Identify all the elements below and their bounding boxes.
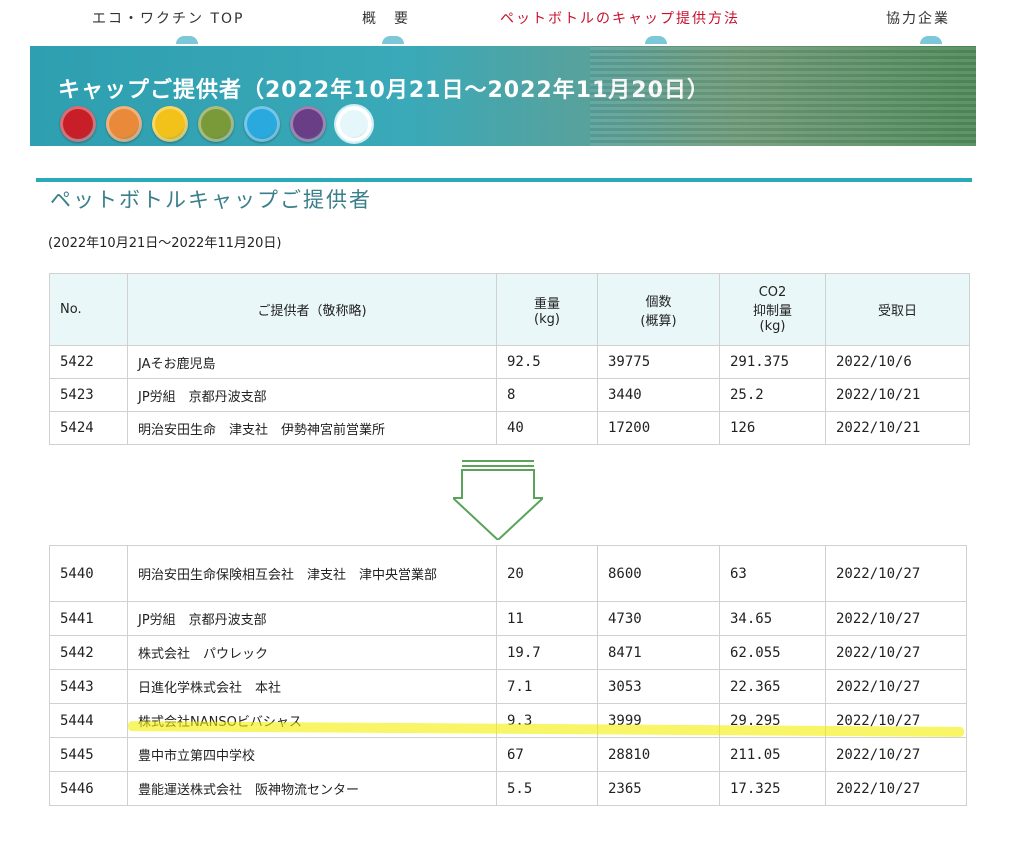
cell-count: 8471: [597, 635, 720, 670]
cell-count: 28810: [597, 737, 720, 772]
cell-co2: 17.325: [719, 771, 826, 806]
cell-donor: JP労組 京都丹波支部: [127, 378, 497, 412]
cell-donor: JAそお鹿児島: [127, 345, 497, 379]
white-cap-icon: [336, 106, 372, 142]
header-banner: キャップご提供者（2022年10月21日～2022年11月20日）: [30, 46, 976, 146]
cell-no: 5443: [49, 669, 128, 704]
cell-no: 5422: [49, 345, 128, 379]
cell-date: 2022/10/27: [825, 601, 967, 636]
cell-date: 2022/10/21: [825, 378, 970, 412]
header-donor: ご提供者（敬称略): [127, 273, 497, 346]
nav-link-eco-vaccine-top[interactable]: エコ・ワクチン TOP: [92, 8, 244, 28]
cell-count: 8600: [597, 545, 720, 602]
purple-cap-icon: [290, 106, 326, 142]
cell-count: 3053: [597, 669, 720, 704]
cell-donor: 豊中市立第四中学校: [127, 737, 497, 772]
cell-no: 5442: [49, 635, 128, 670]
nav-link-partners[interactable]: 協力企業: [886, 8, 950, 28]
table-row: 5442 株式会社 パウレック 19.7 8471 62.055 2022/10…: [49, 635, 967, 670]
cell-co2: 25.2: [719, 378, 826, 412]
header-co2: CO2 抑制量 (kg): [719, 273, 826, 346]
orange-cap-icon: [106, 106, 142, 142]
nav-indicator: [176, 36, 198, 44]
cell-count: 39775: [597, 345, 720, 379]
period-text: (2022年10月21日～2022年11月20日): [48, 236, 282, 251]
table-row: 5423 JP労組 京都丹波支部 8 3440 25.2 2022/10/21: [49, 378, 970, 412]
table-row: 5424 明治安田生命 津支社 伊勢神宮前営業所 40 17200 126 20…: [49, 411, 970, 445]
table-row: 5446 豊能運送株式会社 阪神物流センター 5.5 2365 17.325 2…: [49, 771, 967, 806]
cell-date: 2022/10/27: [825, 737, 967, 772]
table-row: 5445 豊中市立第四中学校 67 28810 211.05 2022/10/2…: [49, 737, 967, 772]
header-weight: 重量 (kg): [496, 273, 598, 346]
cell-no: 5446: [49, 771, 128, 806]
cell-co2: 63: [719, 545, 826, 602]
table-row: 5443 日進化学株式会社 本社 7.1 3053 22.365 2022/10…: [49, 669, 967, 704]
cell-no: 5445: [49, 737, 128, 772]
blue-cap-icon: [244, 106, 280, 142]
cell-co2: 211.05: [719, 737, 826, 772]
cell-donor: 明治安田生命保険相互会社 津支社 津中央営業部: [127, 545, 497, 602]
table-row: 5422 JAそお鹿児島 92.5 39775 291.375 2022/10/…: [49, 345, 970, 379]
cell-no: 5441: [49, 601, 128, 636]
cell-donor: 豊能運送株式会社 阪神物流センター: [127, 771, 497, 806]
cell-date: 2022/10/27: [825, 545, 967, 602]
header-date: 受取日: [825, 273, 970, 346]
header-count: 個数 (概算): [597, 273, 720, 346]
cell-count: 17200: [597, 411, 720, 445]
cell-co2: 34.65: [719, 601, 826, 636]
cell-donor: JP労組 京都丹波支部: [127, 601, 497, 636]
nav-indicator: [645, 36, 667, 44]
donor-table-top: No. ご提供者（敬称略) 重量 (kg) 個数 (概算) CO2 抑制量 (k…: [49, 273, 970, 445]
cell-donor: 明治安田生命 津支社 伊勢神宮前営業所: [127, 411, 497, 445]
nav-indicator: [382, 36, 404, 44]
banner-title: キャップご提供者（2022年10月21日～2022年11月20日）: [58, 78, 710, 103]
section-divider: [36, 178, 972, 182]
cell-no: 5444: [49, 703, 128, 738]
donor-table-bottom: 5440 明治安田生命保険相互会社 津支社 津中央営業部 20 8600 63 …: [49, 545, 967, 806]
cell-weight: 8: [496, 378, 598, 412]
arrow-down-icon: [453, 460, 543, 540]
nav-link-cap-method[interactable]: ペットボトルのキャップ提供方法: [500, 8, 740, 28]
nav-indicator: [920, 36, 942, 44]
header-no: No.: [49, 273, 128, 346]
cell-weight: 7.1: [496, 669, 598, 704]
cell-count: 4730: [597, 601, 720, 636]
cell-count: 2365: [597, 771, 720, 806]
cell-no: 5440: [49, 545, 128, 602]
red-cap-icon: [60, 106, 96, 142]
cell-no: 5424: [49, 411, 128, 445]
top-nav: エコ・ワクチン TOP 概 要 ペットボトルのキャップ提供方法 協力企業: [0, 0, 1024, 44]
cell-weight: 67: [496, 737, 598, 772]
cell-date: 2022/10/21: [825, 411, 970, 445]
cell-co2: 291.375: [719, 345, 826, 379]
cell-count: 3440: [597, 378, 720, 412]
cell-co2: 62.055: [719, 635, 826, 670]
cell-weight: 19.7: [496, 635, 598, 670]
cell-weight: 40: [496, 411, 598, 445]
table-row: 5441 JP労組 京都丹波支部 11 4730 34.65 2022/10/2…: [49, 601, 967, 636]
cell-donor: 日進化学株式会社 本社: [127, 669, 497, 704]
section-title: ペットボトルキャップご提供者: [50, 188, 372, 212]
cell-weight: 5.5: [496, 771, 598, 806]
cell-date: 2022/10/27: [825, 771, 967, 806]
nav-link-overview[interactable]: 概 要: [362, 8, 410, 28]
cell-co2: 22.365: [719, 669, 826, 704]
cell-no: 5423: [49, 378, 128, 412]
table-header-row: No. ご提供者（敬称略) 重量 (kg) 個数 (概算) CO2 抑制量 (k…: [49, 273, 970, 346]
cell-weight: 11: [496, 601, 598, 636]
cell-date: 2022/10/27: [825, 635, 967, 670]
cell-weight: 92.5: [496, 345, 598, 379]
cell-weight: 20: [496, 545, 598, 602]
cell-date: 2022/10/6: [825, 345, 970, 379]
yellow-cap-icon: [152, 106, 188, 142]
table-row: 5440 明治安田生命保険相互会社 津支社 津中央営業部 20 8600 63 …: [49, 545, 967, 602]
cell-co2: 126: [719, 411, 826, 445]
cell-date: 2022/10/27: [825, 669, 967, 704]
cell-donor: 株式会社 パウレック: [127, 635, 497, 670]
green-cap-icon: [198, 106, 234, 142]
